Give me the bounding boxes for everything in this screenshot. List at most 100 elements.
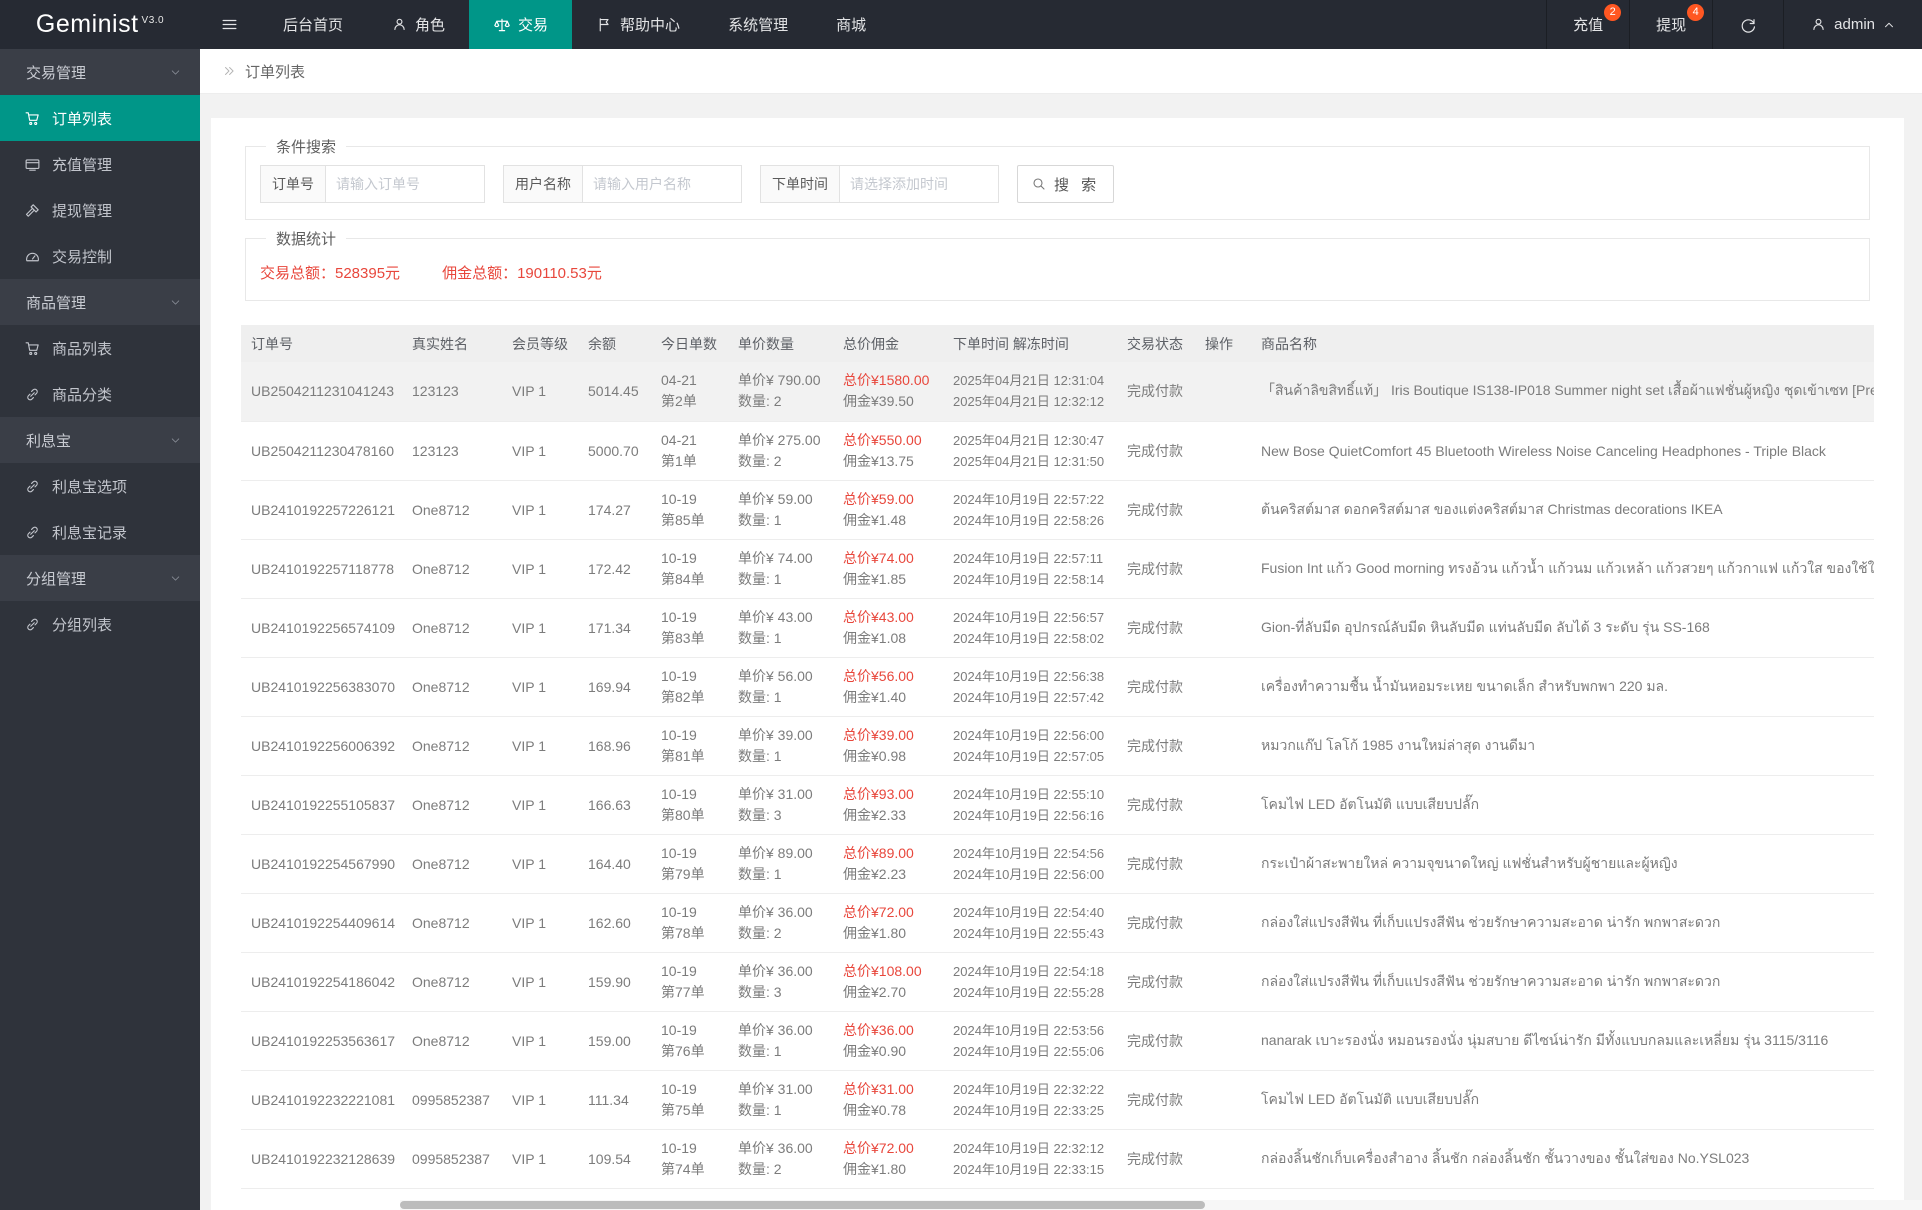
header-trade-status: 交易状态 [1127,325,1205,362]
cell-order-no: UB2410192257226121 [241,480,412,539]
search-button[interactable]: 搜 索 [1017,165,1114,203]
cell-trade-status: 完成付款 [1127,716,1205,775]
order-time-input[interactable] [839,165,999,203]
cell-product-name: โคมไฟ LED อัตโนมัติ แบบเสียบปลั๊ก [1261,775,1874,834]
cell-price-qty: 单价¥ 89.00数量: 1 [738,834,843,893]
user-menu[interactable]: admin [1783,0,1922,49]
header-balance: 余额 [588,325,661,362]
nav-item-home[interactable]: 后台首页 [259,0,367,49]
header-product-name: 商品名称 [1261,325,1874,362]
cell-real-name: One8712 [412,598,512,657]
sidebar-group-product-management[interactable]: 商品管理 [0,279,200,325]
sidebar-group-interest-treasure[interactable]: 利息宝 [0,417,200,463]
cell-times: 2024年10月19日 22:56:002024年10月19日 22:57:05 [953,716,1127,775]
cell-today-orders: 10-19第78单 [661,893,738,952]
sidebar-item-recharge-management[interactable]: 充值管理 [0,141,200,187]
table-row: UB2410192232128639 0995852387 VIP 1 109.… [241,1129,1874,1188]
cell-times: 2024年10月19日 22:53:562024年10月19日 22:55:06 [953,1011,1127,1070]
nav-item-roles[interactable]: 角色 [367,0,469,49]
table-row: UB2410192254409614 One8712 VIP 1 162.60 … [241,893,1874,952]
cell-price-qty: 单价¥ 39.00数量: 1 [738,716,843,775]
gauge-icon [24,248,41,265]
cell-times: 2024年10月19日 22:57:112024年10月19日 22:58:14 [953,539,1127,598]
nav-item-system[interactable]: 系统管理 [704,0,812,49]
username-input[interactable] [582,165,742,203]
withdraw-button[interactable]: 提现 4 [1629,0,1712,49]
cell-balance: 5000.70 [588,421,661,480]
cell-trade-status: 完成付款 [1127,480,1205,539]
sidebar-item-interest-records[interactable]: 利息宝记录 [0,509,200,555]
cell-total-commission: 总价¥56.00佣金¥1.40 [843,657,953,716]
cell-member-level: VIP 1 [512,775,588,834]
cell-real-name: One8712 [412,716,512,775]
horizontal-scrollbar-thumb[interactable] [400,1201,1205,1209]
order-table: 订单号 真实姓名 会员等级 余额 今日单数 单价数量 总价佣金 下单时间 解冻时… [241,325,1874,1210]
cell-times: 2024年10月19日 22:32:122024年10月19日 22:33:15 [953,1129,1127,1188]
table-row: UB2410192256574109 One8712 VIP 1 171.34 … [241,598,1874,657]
cell-member-level: VIP 1 [512,952,588,1011]
cell-trade-status: 完成付款 [1127,421,1205,480]
flag-icon [596,16,613,33]
cell-actions [1205,1129,1261,1188]
recharge-button[interactable]: 充值 2 [1546,0,1629,49]
content-card: 条件搜索 订单号 用户名称 下单时间 搜 索 [211,118,1904,1210]
sidebar-group-trade-management[interactable]: 交易管理 [0,49,200,95]
cell-product-name: กระเป๋าผ้าสะพายใหล่ ความจุขนาดใหญ่ แฟชั่… [1261,834,1874,893]
cell-today-orders: 04-21第1单 [661,421,738,480]
sidebar-item-product-category[interactable]: 商品分类 [0,371,200,417]
cell-times: 2024年10月19日 22:54:562024年10月19日 22:56:00 [953,834,1127,893]
cell-actions [1205,362,1261,421]
header-price-qty: 单价数量 [738,325,843,362]
order-no-field: 订单号 [260,165,485,203]
sidebar-item-group-list[interactable]: 分组列表 [0,601,200,647]
user-icon [391,16,408,33]
cell-trade-status: 完成付款 [1127,539,1205,598]
sidebar-item-order-list[interactable]: 订单列表 [0,95,200,141]
nav-item-trade[interactable]: 交易 [469,0,572,49]
hammer-icon [24,202,41,219]
cell-actions [1205,1011,1261,1070]
link-icon [24,524,41,541]
nav-item-mall[interactable]: 商城 [812,0,890,49]
order-time-field: 下单时间 [760,165,999,203]
sidebar-item-interest-options[interactable]: 利息宝选项 [0,463,200,509]
cell-real-name: One8712 [412,1011,512,1070]
cell-today-orders: 10-19第83单 [661,598,738,657]
sidebar-item-product-list[interactable]: 商品列表 [0,325,200,371]
cell-balance: 159.00 [588,1011,661,1070]
cell-times: 2024年10月19日 22:57:222024年10月19日 22:58:26 [953,480,1127,539]
cell-real-name: One8712 [412,834,512,893]
sidebar-group-group-management[interactable]: 分组管理 [0,555,200,601]
cell-product-name: หมวกแก๊ป โลโก้ 1985 งานใหม่ล่าสุด งานดีม… [1261,716,1874,775]
cell-trade-status: 完成付款 [1127,362,1205,421]
sidebar-item-withdraw-management[interactable]: 提现管理 [0,187,200,233]
cell-times: 2024年10月19日 22:54:182024年10月19日 22:55:28 [953,952,1127,1011]
cell-times: 2024年10月19日 22:54:402024年10月19日 22:55:43 [953,893,1127,952]
cell-product-name: โคมไฟ LED อัตโนมัติ แบบเสียบปลั๊ก [1261,1070,1874,1129]
cell-today-orders: 10-19第80单 [661,775,738,834]
cell-real-name: 123123 [412,362,512,421]
cell-price-qty: 单价¥ 56.00数量: 1 [738,657,843,716]
table-row: UB2410192257118778 One8712 VIP 1 172.42 … [241,539,1874,598]
username-field: 用户名称 [503,165,742,203]
cell-order-no: UB2410192256383070 [241,657,412,716]
cell-member-level: VIP 1 [512,834,588,893]
cell-member-level: VIP 1 [512,1070,588,1129]
cell-actions [1205,952,1261,1011]
sidebar-toggle-button[interactable] [200,0,259,49]
cell-member-level: VIP 1 [512,1011,588,1070]
nav-item-help-center[interactable]: 帮助中心 [572,0,704,49]
link-icon [24,616,41,633]
cell-today-orders: 10-19第84单 [661,539,738,598]
sidebar-item-trade-control[interactable]: 交易控制 [0,233,200,279]
cell-order-no: UB2410192255105837 [241,775,412,834]
cell-actions [1205,893,1261,952]
order-no-input[interactable] [325,165,485,203]
chevron-down-icon [169,296,182,309]
cell-balance: 168.96 [588,716,661,775]
cell-total-commission: 总价¥39.00佣金¥0.98 [843,716,953,775]
refresh-button[interactable] [1712,0,1783,49]
cell-balance: 109.54 [588,1129,661,1188]
cell-member-level: VIP 1 [512,657,588,716]
sidebar: 交易管理 订单列表 充值管理 提现管理 交易控制 商品管理 商品列表 商品分类 … [0,49,200,1210]
